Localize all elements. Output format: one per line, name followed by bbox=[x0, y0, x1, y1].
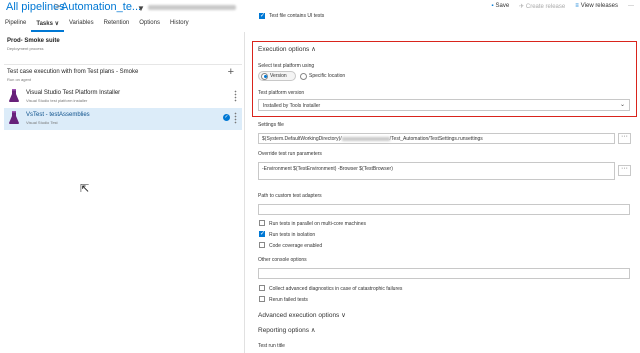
agent-job[interactable]: Test case execution with from Test plans… bbox=[4, 64, 242, 84]
override-params-input[interactable]: -Environment $(TestEnvironment) -Browser… bbox=[258, 162, 615, 180]
run-parallel-label: Run tests in parallel on multi-core mach… bbox=[269, 221, 366, 227]
tab-bar: Pipeline Tasks ∨ Variables Retention Opt… bbox=[0, 18, 245, 32]
task-list-pane: Prod- Smoke suite Deployment process Tes… bbox=[0, 32, 245, 353]
rocket-icon: ✈ bbox=[519, 4, 525, 10]
run-isolation-label: Run tests in isolation bbox=[269, 232, 316, 238]
rerun-failed-checkbox[interactable] bbox=[259, 296, 265, 302]
platform-version-value: Installed by Tools Installer bbox=[263, 103, 321, 109]
drag-handle-icon[interactable] bbox=[234, 90, 237, 102]
stage-title: Prod- Smoke suite bbox=[7, 38, 60, 44]
radio-specific-location-label: Specific location bbox=[309, 73, 346, 79]
radio-specific-location[interactable] bbox=[300, 72, 307, 80]
view-releases-label: View releases bbox=[580, 3, 618, 9]
tab-retention[interactable]: Retention bbox=[99, 18, 135, 32]
settings-file-input[interactable]: $(System.DefaultWorkingDirectory)/ /Test_… bbox=[258, 133, 615, 144]
settings-file-prefix: $(System.DefaultWorkingDirectory)/ bbox=[262, 136, 342, 142]
override-params-label: Override test run parameters bbox=[258, 151, 322, 157]
platform-version-label: Test platform version bbox=[258, 90, 305, 96]
save-icon: ▪ bbox=[491, 3, 494, 9]
test-run-title-label: Test run title bbox=[258, 343, 285, 349]
browse-settings-button[interactable]: ··· bbox=[618, 133, 631, 144]
job-subtitle: Run on agent bbox=[7, 77, 32, 82]
tab-pipeline[interactable]: Pipeline bbox=[0, 18, 31, 32]
ui-tests-checkbox[interactable] bbox=[259, 12, 265, 19]
flask-icon bbox=[9, 111, 19, 124]
run-isolation-checkbox[interactable] bbox=[259, 230, 265, 237]
breadcrumb-pipeline-name[interactable]: Automation_te... bbox=[61, 1, 141, 13]
custom-adapters-input[interactable] bbox=[258, 204, 630, 215]
task-title: VsTest - testAssemblies bbox=[26, 112, 90, 118]
task-subtitle: Visual Studio Test bbox=[26, 120, 58, 125]
create-release-button[interactable]: ✈ Create release bbox=[519, 3, 565, 10]
stage-item[interactable]: Prod- Smoke suite Deployment process bbox=[4, 34, 242, 52]
enabled-check-icon: ✓ bbox=[223, 114, 230, 121]
settings-file-label: Settings file bbox=[258, 122, 284, 128]
task-title: Visual Studio Test Platform Installer bbox=[26, 90, 121, 96]
redacted-text bbox=[148, 5, 236, 10]
flask-icon bbox=[9, 89, 19, 102]
code-coverage-checkbox[interactable] bbox=[259, 242, 265, 248]
console-options-input[interactable] bbox=[258, 268, 630, 279]
task-item-installer[interactable]: Visual Studio Test Platform Installer Vi… bbox=[4, 86, 242, 108]
task-subtitle: Visual Studio test platform installer bbox=[26, 98, 88, 103]
override-params-value: -Environment $(TestEnvironment) -Browser… bbox=[262, 166, 393, 172]
rerun-failed-label: Rerun failed tests bbox=[269, 297, 308, 303]
collect-diagnostics-checkbox[interactable] bbox=[259, 285, 265, 291]
save-button[interactable]: ▪ Save bbox=[491, 3, 509, 10]
redacted-text bbox=[341, 136, 390, 141]
settings-file-suffix: /Test_Automation/TestSettings.runsetting… bbox=[389, 136, 483, 142]
stage-subtitle: Deployment process bbox=[7, 46, 44, 51]
chevron-down-icon: ⌄ bbox=[619, 102, 625, 108]
ui-tests-label: Test file contains UI tests bbox=[269, 13, 325, 19]
code-coverage-label: Code coverage enabled bbox=[269, 243, 323, 249]
task-item-vstest[interactable]: VsTest - testAssemblies Visual Studio Te… bbox=[4, 108, 242, 130]
tab-tasks[interactable]: Tasks ∨ bbox=[31, 18, 64, 32]
top-actions: ▪ Save ✈ Create release ≡ View releases ··… bbox=[491, 3, 634, 10]
console-options-label: Other console options bbox=[258, 257, 307, 263]
advanced-execution-options-header[interactable]: Advanced execution options ∨ bbox=[258, 311, 346, 319]
edit-override-button[interactable]: ··· bbox=[618, 165, 631, 176]
tab-variables[interactable]: Variables bbox=[64, 18, 99, 32]
add-task-icon[interactable]: + bbox=[228, 66, 234, 78]
custom-adapters-label: Path to custom test adapters bbox=[258, 193, 322, 199]
run-parallel-checkbox[interactable] bbox=[259, 220, 265, 226]
view-releases-button[interactable]: ≡ View releases bbox=[575, 3, 618, 10]
select-platform-label: Select test platform using bbox=[258, 63, 315, 69]
tab-history[interactable]: History bbox=[165, 18, 194, 32]
create-release-label: Create release bbox=[525, 4, 566, 10]
save-label: Save bbox=[495, 3, 510, 9]
collect-diagnostics-label: Collect advanced diagnostics in case of … bbox=[269, 286, 403, 292]
platform-version-select[interactable]: Installed by Tools Installer ⌄ bbox=[258, 99, 630, 111]
drag-handle-icon[interactable] bbox=[234, 112, 237, 124]
reporting-options-header[interactable]: Reporting options ∧ bbox=[258, 326, 316, 334]
execution-options-header[interactable]: Execution options ∧ bbox=[258, 45, 316, 53]
radio-version-label: Version bbox=[270, 73, 287, 79]
breadcrumb-separator: > bbox=[54, 1, 61, 13]
mouse-cursor-icon: ⇱ bbox=[80, 183, 90, 195]
execution-options-highlight: Execution options ∧ Select test platform… bbox=[252, 41, 637, 117]
job-title: Test case execution with from Test plans… bbox=[7, 69, 139, 75]
more-icon[interactable]: ··· bbox=[628, 3, 634, 10]
tab-options[interactable]: Options bbox=[134, 18, 165, 32]
radio-version[interactable] bbox=[261, 72, 268, 80]
dropdown-icon[interactable]: ▼ bbox=[137, 4, 145, 13]
list-icon: ≡ bbox=[575, 3, 579, 9]
